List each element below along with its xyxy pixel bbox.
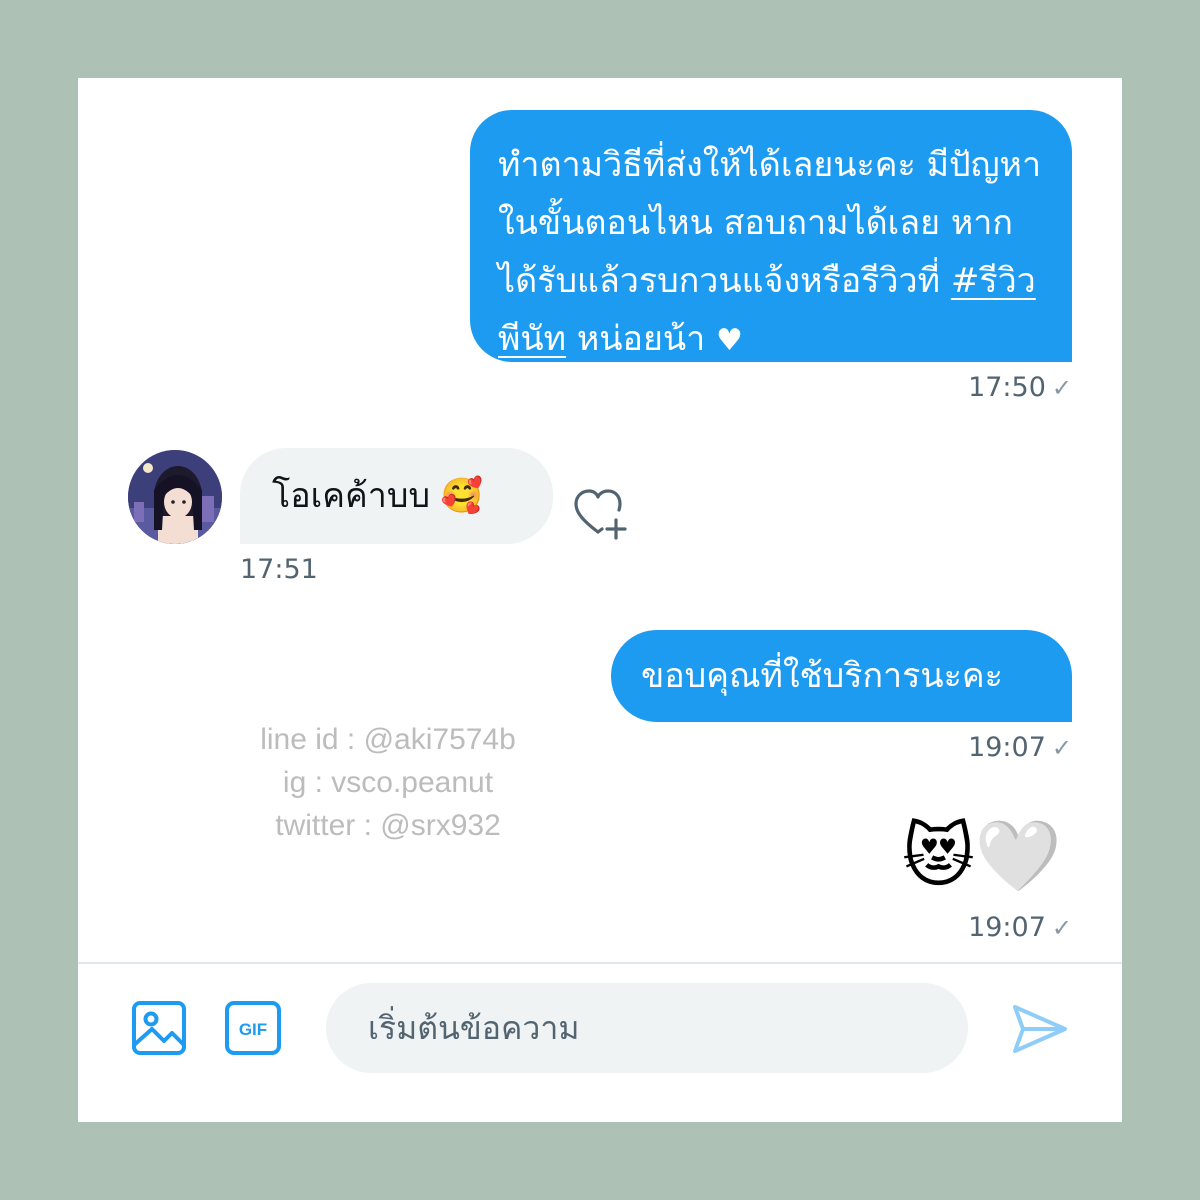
check-icon: ✓	[1051, 914, 1072, 942]
add-reaction-button[interactable]	[572, 486, 632, 542]
avatar-anime-girl-icon	[128, 450, 222, 544]
add-gif-button[interactable]: GIF	[224, 1000, 282, 1056]
message-bubble-outgoing: ทำตามวิธีที่ส่งให้ได้เลยนะคะ มีปัญหาในขั…	[470, 110, 1072, 362]
timestamp-text: 17:51	[240, 554, 318, 585]
watermark-line: line id : @aki7574b	[260, 723, 516, 756]
watermark-line: twitter : @srx932	[275, 809, 501, 842]
message-bubble-incoming: โอเคค้าบบ 🥰	[240, 448, 553, 544]
heart-plus-icon	[574, 489, 627, 540]
message-input-placeholder: เริ่มต้นข้อความ	[368, 1009, 580, 1047]
timestamp-text: 19:07	[968, 732, 1046, 763]
heart-icon: ♥	[716, 323, 743, 358]
message-bubble-outgoing: ขอบคุณที่ใช้บริการนะคะ	[611, 630, 1072, 722]
send-button[interactable]	[1011, 1003, 1069, 1055]
send-icon	[1013, 1005, 1067, 1053]
composer-divider	[78, 962, 1122, 964]
message-timestamp: 19:07 ✓	[968, 732, 1072, 763]
image-icon	[132, 1001, 186, 1055]
message-text: โอเคค้าบบ 🥰	[272, 476, 484, 516]
message-timestamp: 17:50 ✓	[968, 372, 1072, 403]
watermark-line: ig : vsco.peanut	[282, 766, 494, 799]
avatar[interactable]	[128, 450, 222, 544]
watermark: line id : @aki7574b ig : vsco.peanut twi…	[218, 718, 558, 847]
message-text: ขอบคุณที่ใช้บริการนะคะ	[641, 656, 1003, 696]
gif-icon: GIF	[225, 1001, 281, 1055]
timestamp-text: 19:07	[968, 912, 1046, 943]
add-image-button[interactable]	[130, 999, 188, 1057]
chat-card: ทำตามวิธีที่ส่งให้ได้เลยนะคะ มีปัญหาในขั…	[78, 78, 1122, 1122]
check-icon: ✓	[1051, 374, 1072, 402]
emoji-text: 😻🤍	[901, 815, 1062, 897]
check-icon: ✓	[1051, 734, 1072, 762]
emoji-message: 😻🤍	[902, 814, 1062, 898]
message-text-tail: หน่อยน้า	[566, 319, 717, 359]
message-timestamp: 17:51	[240, 554, 318, 585]
gif-label: GIF	[239, 1020, 267, 1039]
message-timestamp: 19:07 ✓	[968, 912, 1072, 943]
message-input[interactable]: เริ่มต้นข้อความ	[326, 983, 968, 1073]
timestamp-text: 17:50	[968, 372, 1046, 403]
